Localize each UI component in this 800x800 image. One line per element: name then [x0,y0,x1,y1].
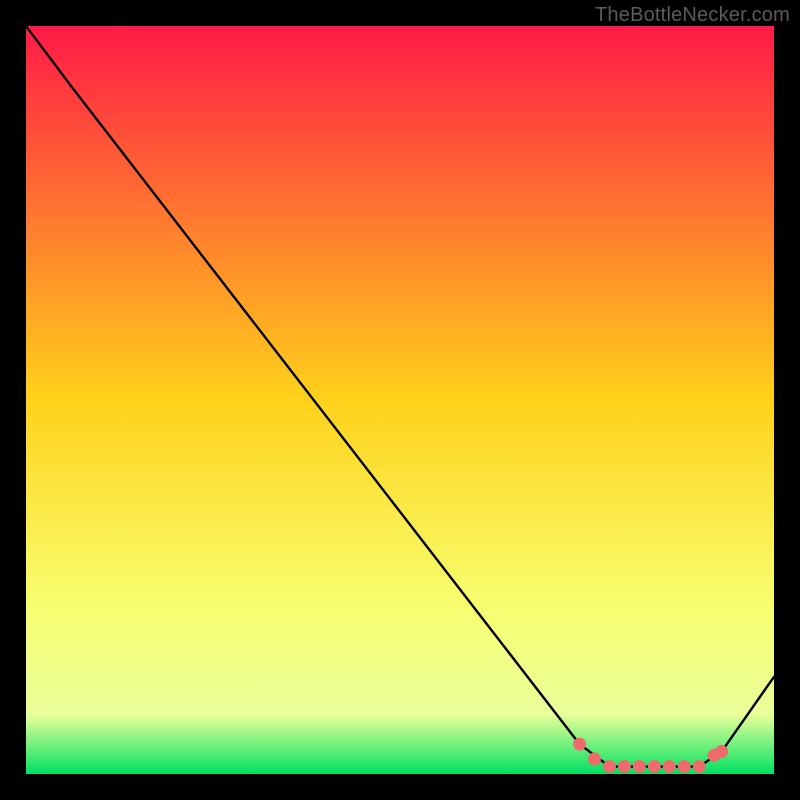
marker-dot [648,760,661,773]
marker-dot [603,760,616,773]
marker-dot [618,760,631,773]
marker-dot [693,760,706,773]
marker-dot [715,745,728,758]
gradient-bg [26,26,774,774]
marker-dot [573,738,586,751]
chart-frame: TheBottleNecker.com [0,0,800,800]
chart-svg [26,26,774,774]
plot-area [26,26,774,774]
marker-dot [663,760,676,773]
marker-dot [633,760,646,773]
marker-dot [588,753,601,766]
watermark-text: TheBottleNecker.com [595,4,790,27]
marker-dot [678,760,691,773]
